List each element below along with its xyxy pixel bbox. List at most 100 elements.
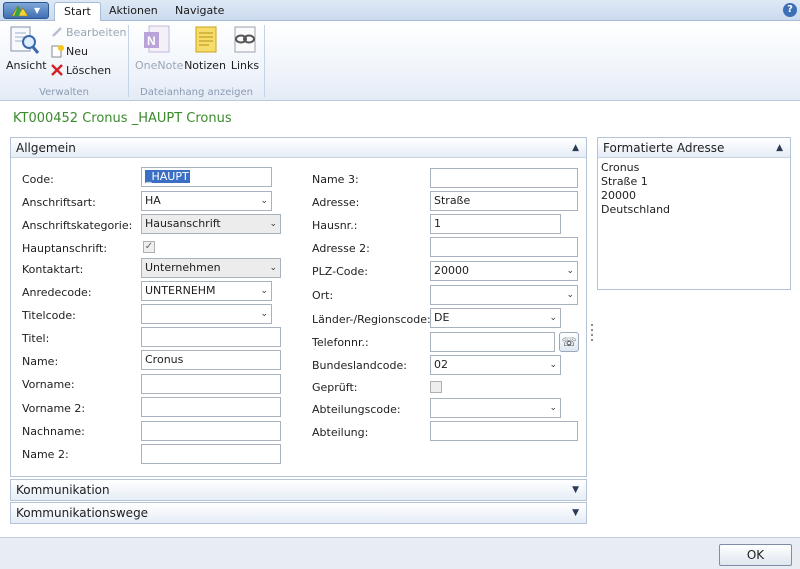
tab-start[interactable]: Start <box>54 2 101 22</box>
titelcode-select[interactable]: ⌄ <box>141 304 272 324</box>
neu-label: Neu <box>66 45 88 58</box>
collapse-icon[interactable]: ▲ <box>572 138 579 158</box>
links-label: Links <box>230 59 260 72</box>
land-label: Länder-/Regionscode: <box>312 313 431 326</box>
onenote-label: OneNote <box>135 59 184 72</box>
land-value: DE <box>434 311 450 324</box>
adresse-label: Adresse: <box>312 196 360 209</box>
factbox-formatierte-adresse: Formatierte Adresse ▲ Cronus Straße 1 20… <box>597 137 791 290</box>
chevron-down-icon[interactable]: ⌄ <box>566 286 574 304</box>
name3-input[interactable] <box>430 168 578 188</box>
loeschen-button[interactable]: Löschen <box>50 63 111 79</box>
neu-button[interactable]: Neu <box>50 44 88 60</box>
nachname-input[interactable] <box>141 421 281 441</box>
application-menu-button[interactable]: ▼ <box>3 2 49 19</box>
page-title: KT000452 Cronus _HAUPT Cronus <box>13 111 232 126</box>
anredecode-select[interactable]: UNTERNEHM ⌄ <box>141 281 272 301</box>
hausnr-value: 1 <box>434 217 441 230</box>
chevron-down-icon[interactable]: ⌄ <box>549 309 557 327</box>
anschriftskategorie-value: Hausanschrift <box>145 217 221 230</box>
kontaktart-select[interactable]: Unternehmen ⌄ <box>141 258 281 278</box>
address-line: Straße 1 <box>601 175 648 188</box>
phone-icon: ☏ <box>561 335 577 349</box>
titel-label: Titel: <box>22 332 50 345</box>
chevron-down-icon[interactable]: ⌄ <box>269 259 277 277</box>
abteilungscode-label: Abteilungscode: <box>312 403 401 416</box>
notizen-button[interactable]: Notizen <box>184 24 226 72</box>
adresse-input[interactable]: Straße <box>430 191 578 211</box>
tab-navigate[interactable]: Navigate <box>166 2 233 21</box>
code-value: _HAUPT <box>145 170 190 183</box>
address-line: Cronus <box>601 161 640 174</box>
adresse2-input[interactable] <box>430 237 578 257</box>
chevron-down-icon[interactable]: ⌄ <box>260 305 268 323</box>
ok-button[interactable]: OK <box>719 544 792 566</box>
group-verwalten: Ansicht Bearbeiten Neu Löschen Verwalten <box>0 21 128 101</box>
fasttab-kommunikationswege[interactable]: Kommunikationswege ▼ <box>10 502 587 524</box>
name-input[interactable]: Cronus <box>141 350 281 370</box>
bearbeiten-button[interactable]: Bearbeiten <box>50 25 126 41</box>
chevron-down-icon[interactable]: ⌄ <box>260 282 268 300</box>
anschriftsart-select[interactable]: HA ⌄ <box>141 191 272 211</box>
hausnr-label: Hausnr.: <box>312 219 358 232</box>
name3-label: Name 3: <box>312 173 359 186</box>
onenote-button[interactable]: N OneNote <box>135 24 184 72</box>
phone-dial-button[interactable]: ☏ <box>559 332 579 352</box>
abteilung-label: Abteilung: <box>312 426 369 439</box>
view-icon <box>10 26 40 54</box>
chevron-down-icon[interactable]: ⌄ <box>549 399 557 417</box>
ort-select[interactable]: ⌄ <box>430 285 578 305</box>
plz-label: PLZ-Code: <box>312 265 368 278</box>
anschriftskategorie-select[interactable]: Hausanschrift ⌄ <box>141 214 281 234</box>
tab-aktionen[interactable]: Aktionen <box>100 2 167 21</box>
footer-bar: OK <box>0 537 800 569</box>
chevron-down-icon[interactable]: ⌄ <box>566 262 574 280</box>
hauptanschrift-checkbox[interactable]: ✓ <box>143 241 155 253</box>
bearbeiten-label: Bearbeiten <box>66 26 127 39</box>
chevron-down-icon[interactable]: ⌄ <box>260 192 268 210</box>
abteilungscode-select[interactable]: ⌄ <box>430 398 561 418</box>
group-label-verwalten: Verwalten <box>39 87 89 98</box>
group-label-dateianhang: Dateianhang anzeigen <box>140 87 253 98</box>
fasttab-kommunikation[interactable]: Kommunikation ▼ <box>10 479 587 501</box>
ansicht-button[interactable]: Ansicht <box>6 24 47 72</box>
pane-splitter[interactable] <box>591 324 594 346</box>
links-button[interactable]: Links <box>228 24 262 72</box>
fasttab-allgemein-header[interactable]: Allgemein ▲ <box>11 138 586 158</box>
plz-select[interactable]: 20000 ⌄ <box>430 261 578 281</box>
chevron-down-icon: ▼ <box>34 6 41 15</box>
collapse-icon[interactable]: ▲ <box>776 138 783 158</box>
geprueft-checkbox[interactable] <box>430 381 442 393</box>
help-icon[interactable]: ? <box>783 3 797 17</box>
anschriftsart-value: HA <box>145 194 161 207</box>
vorname2-input[interactable] <box>141 397 281 417</box>
vorname-input[interactable] <box>141 374 281 394</box>
code-input[interactable]: _HAUPT <box>141 167 272 187</box>
expand-icon[interactable]: ▼ <box>572 480 579 500</box>
chevron-down-icon[interactable]: ⌄ <box>549 356 557 374</box>
telefon-input[interactable] <box>430 332 555 352</box>
vorname2-label: Vorname 2: <box>22 402 86 415</box>
geprueft-label: Geprüft: <box>312 381 358 394</box>
factbox-title: Formatierte Adresse <box>603 141 725 155</box>
bundesland-select[interactable]: 02 ⌄ <box>430 355 561 375</box>
hausnr-input[interactable]: 1 <box>430 214 561 234</box>
anschriftskategorie-label: Anschriftskategorie: <box>22 219 133 232</box>
name2-input[interactable] <box>141 444 281 464</box>
chevron-down-icon[interactable]: ⌄ <box>269 215 277 233</box>
expand-icon[interactable]: ▼ <box>572 503 579 523</box>
vorname-label: Vorname: <box>22 378 75 391</box>
factbox-header[interactable]: Formatierte Adresse ▲ <box>598 138 790 158</box>
pencil-icon <box>52 27 62 37</box>
plz-value: 20000 <box>434 264 469 277</box>
land-select[interactable]: DE ⌄ <box>430 308 561 328</box>
bundesland-label: Bundeslandcode: <box>312 359 407 372</box>
titel-input[interactable] <box>141 327 281 347</box>
kontaktart-label: Kontaktart: <box>22 263 84 276</box>
abteilung-input[interactable] <box>430 421 578 441</box>
fasttab-allgemein-title: Allgemein <box>16 141 76 155</box>
code-label: Code: <box>22 173 54 186</box>
onenote-icon: N <box>144 25 170 53</box>
notes-icon <box>195 26 217 53</box>
app-logo-icon <box>11 5 29 17</box>
